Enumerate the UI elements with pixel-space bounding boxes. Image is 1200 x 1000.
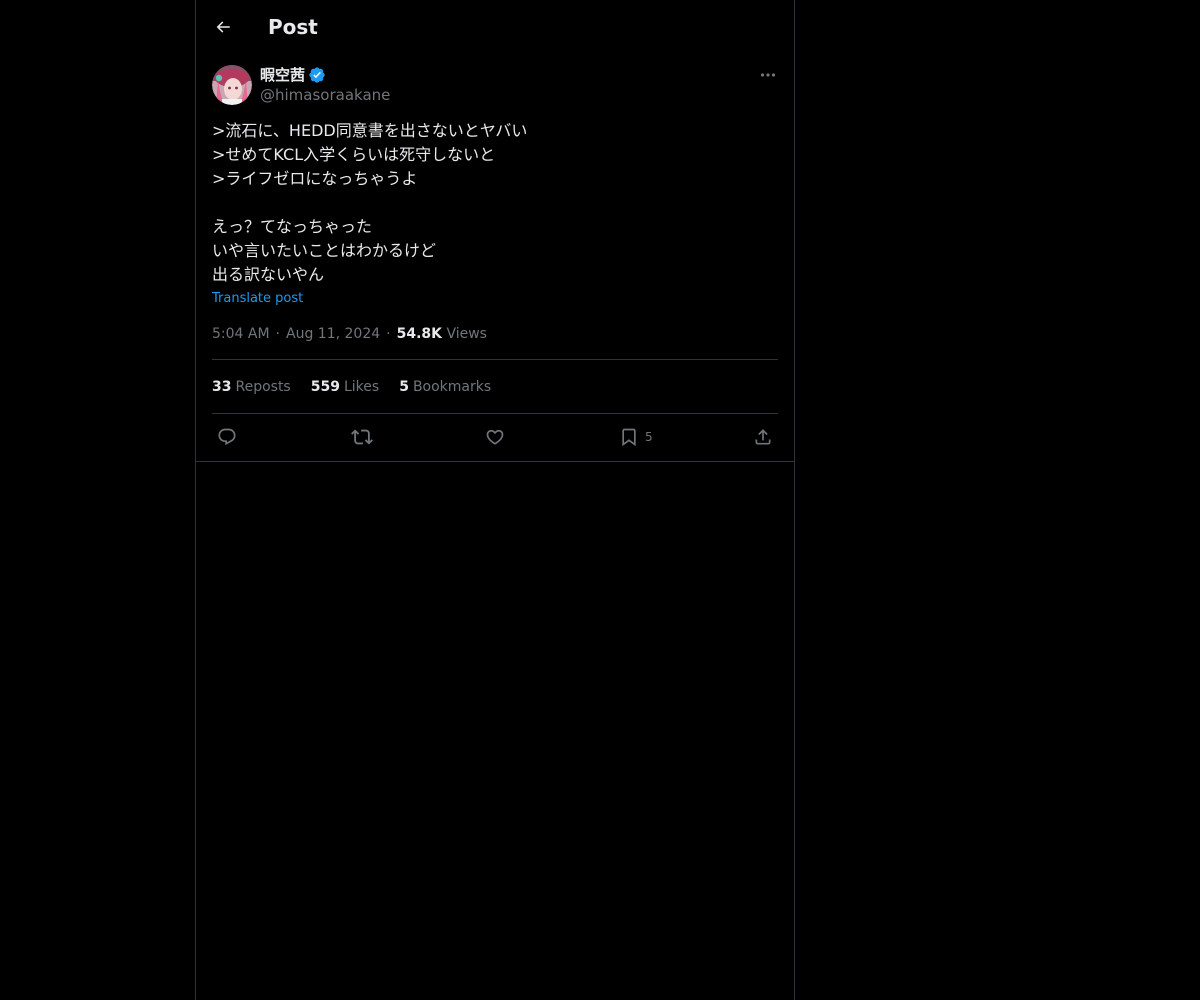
share-icon [755,429,771,445]
reposts-count: 33 [212,379,232,395]
post-line: いや言いたいことはわかるけど [212,241,437,260]
meta-separator: · [275,326,280,342]
bookmarks-stat[interactable]: 5 Bookmarks [399,377,491,397]
post-time[interactable]: 5:04 AM [212,326,270,342]
page-title: Post [268,15,318,39]
reply-icon [218,428,236,446]
reposts-label: Reposts [235,379,291,395]
repost-icon [351,429,373,445]
views-label: Views [446,326,487,342]
post-line: >せめてKCL入学くらいは死守しないと [212,145,496,164]
verified-badge-icon[interactable] [308,66,326,84]
post-line-blank [212,191,778,215]
back-button[interactable] [210,14,236,40]
post-body: >流石に、HEDD同意書を出さないとヤバい >せめてKCL入学くらいは死守しない… [212,119,778,287]
post-header: Post [196,0,794,54]
divider [196,461,794,462]
like-button[interactable] [485,426,505,448]
post-line: 出る訳ないやん [212,265,325,284]
bookmark-count: 5 [645,430,653,444]
more-dots-icon [760,73,776,77]
repost-button[interactable] [351,426,373,448]
likes-stat[interactable]: 559 Likes [311,377,379,397]
views-count: 54.8K [396,326,442,342]
share-button[interactable] [753,426,773,448]
post-stats: 33 Reposts 559 Likes 5 Bookmarks [212,377,511,397]
post-meta: 5:04 AM · Aug 11, 2024 · 54.8K Views [212,324,487,344]
bookmarks-count: 5 [399,379,409,395]
reply-button[interactable] [217,426,237,448]
author-name-row: 暇空茜 [260,64,326,86]
bookmarks-label: Bookmarks [412,379,492,395]
post-column: Post 暇空茜 @himasoraakane >流石に、HEDD同意書を出さな… [195,0,795,1000]
divider [212,359,778,360]
heart-icon [486,429,504,445]
arrow-left-icon [216,21,230,33]
likes-count: 559 [310,379,340,395]
post-date[interactable]: Aug 11, 2024 [286,326,380,342]
more-options-button[interactable] [756,64,780,86]
meta-separator: · [386,326,391,342]
author-handle[interactable]: @himasoraakane [260,85,390,105]
post-line: えっ？てなっちゃった [212,217,373,236]
likes-label: Likes [343,379,380,395]
bookmark-icon [622,428,636,447]
post-line: >ライフゼロになっちゃうよ [212,169,418,188]
bookmark-button[interactable]: 5 [619,426,653,448]
avatar-image [212,65,252,105]
reposts-stat[interactable]: 33 Reposts [212,377,291,397]
author-display-name[interactable]: 暇空茜 [260,64,305,86]
avatar[interactable] [212,65,252,105]
post-actions: 5 [196,414,794,461]
post-line: >流石に、HEDD同意書を出さないとヤバい [212,121,528,140]
translate-post-link[interactable]: Translate post [212,290,303,308]
